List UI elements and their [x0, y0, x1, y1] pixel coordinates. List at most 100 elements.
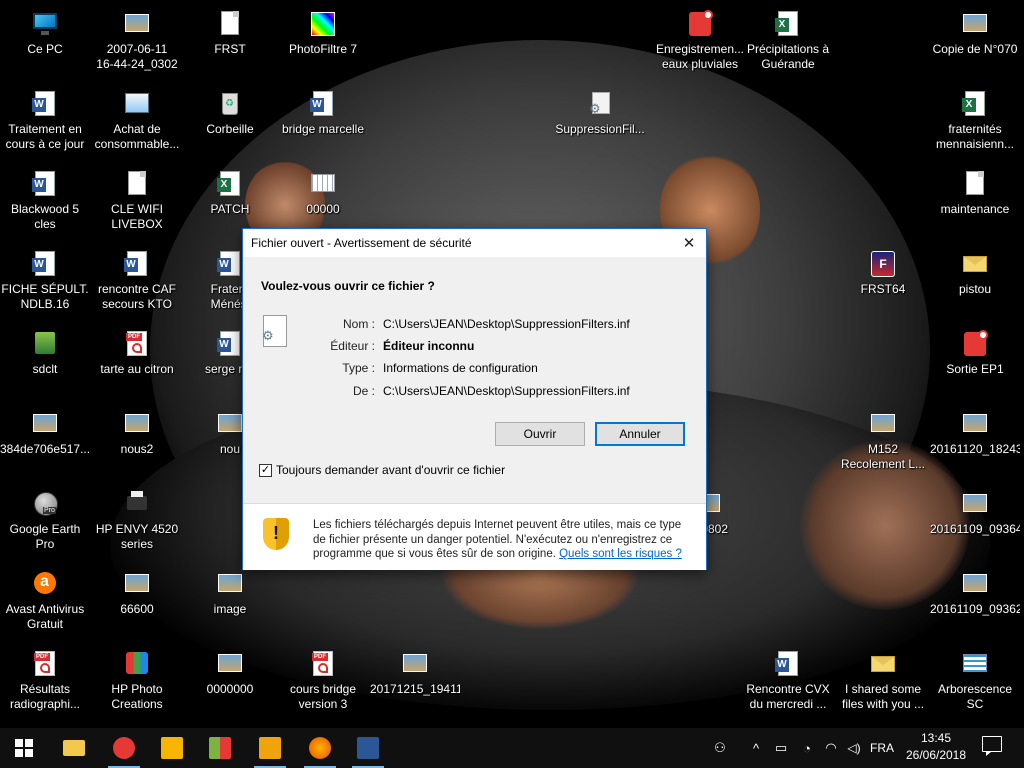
desktop-icon[interactable]: rencontre CAF secours KTO: [92, 244, 182, 320]
volume-icon[interactable]: ◁): [842, 728, 866, 768]
desktop-icon[interactable]: FICHE SÉPULT. NDLB.16: [0, 244, 90, 320]
desktop-icon[interactable]: Précipitations à Guérande: [743, 4, 833, 80]
word-icon: [357, 737, 379, 759]
desktop-icon[interactable]: FRST64: [838, 244, 928, 320]
chart-icon: [161, 737, 183, 759]
pdf-icon: [31, 650, 59, 678]
desktop-icon-label: Achat de consommable...: [94, 122, 180, 151]
desktop-icon[interactable]: FRST: [185, 4, 275, 80]
desktop-icon[interactable]: sdclt: [0, 324, 90, 400]
desktop-icon[interactable]: I shared some files with you ...: [838, 644, 928, 720]
desktop-icon[interactable]: nous2: [92, 404, 182, 480]
desktop-icon-label: Enregistremen... eaux pluviales: [655, 42, 745, 71]
excel-icon: [961, 90, 989, 118]
desktop-icon[interactable]: Blackwood 5 cles: [0, 164, 90, 240]
info-value: Éditeur inconnu: [383, 339, 475, 353]
notification-icon[interactable]: [982, 736, 1002, 756]
desktop-icon[interactable]: 66600: [92, 564, 182, 640]
desktop-icon[interactable]: CLE WIFI LIVEBOX: [92, 164, 182, 240]
desktop-icon[interactable]: M152 Recolement L...: [838, 404, 928, 480]
desktop-icon[interactable]: Sortie EP1: [930, 324, 1020, 400]
dialog-title: Fichier ouvert - Avertissement de sécuri…: [251, 236, 472, 250]
taskbar-app-red[interactable]: [100, 728, 148, 768]
desktop-icon-label: image: [213, 602, 247, 616]
desktop-icon-label: Sortie EP1: [946, 362, 1004, 376]
open-button[interactable]: Ouvrir: [495, 422, 585, 446]
desktop-icon[interactable]: HP Photo Creations: [92, 644, 182, 720]
desktop-icon[interactable]: Achat de consommable...: [92, 84, 182, 160]
word-icon: [31, 90, 59, 118]
desktop-icon[interactable]: Rencontre CVX du mercredi ...: [743, 644, 833, 720]
desktop-icon[interactable]: Arborescence SC dans le Cloud: [930, 644, 1020, 720]
file-explorer-button[interactable]: [50, 728, 98, 768]
desktop-icon[interactable]: maintenance: [930, 164, 1020, 240]
desktop-icon-label: FRST: [214, 42, 246, 56]
word-icon: [309, 90, 337, 118]
desktop-icon[interactable]: 20161120_182435: [930, 404, 1020, 480]
desktop-icon[interactable]: PhotoFiltre 7: [278, 4, 368, 80]
desktop-icon[interactable]: Copie de N°070: [930, 4, 1020, 80]
info-row-from: De : C:\Users\JEAN\Desktop\SuppressionFi…: [303, 384, 630, 398]
desktop-icon[interactable]: 0000000: [185, 644, 275, 720]
wifi-icon[interactable]: ◠: [820, 728, 842, 768]
desktop-icon[interactable]: SuppressionFil...: [555, 84, 645, 160]
info-row-type: Type : Informations de configuration: [303, 361, 537, 375]
desktop-icon-label: Ce PC: [27, 42, 63, 56]
desktop-icon[interactable]: pistou: [930, 244, 1020, 320]
desktop-icon-label: 00000: [306, 202, 340, 216]
desktop-icon[interactable]: Google Earth Pro: [0, 484, 90, 560]
desktop-icon-label: 2007-06-11 16-44-24_0302: [96, 42, 178, 71]
photo-icon: [961, 490, 989, 518]
taskbar-firefox[interactable]: [296, 728, 344, 768]
people-icon[interactable]: ⚇: [708, 728, 732, 768]
clock[interactable]: 13:45 26/06/2018: [900, 730, 972, 766]
cancel-button[interactable]: Annuler: [595, 422, 685, 446]
desktop-icon[interactable]: bridge marcelle: [278, 84, 368, 160]
taskbar-app-chart[interactable]: [148, 728, 196, 768]
desktop-icon[interactable]: Ce PC: [0, 4, 90, 80]
checkbox-label: Toujours demander avant d'ouvrir ce fich…: [276, 463, 506, 477]
taskbar-app-tiles[interactable]: [196, 728, 244, 768]
desktop-icon[interactable]: 20171215_194114: [370, 644, 460, 720]
desktop-icon[interactable]: 20161109_093628: [930, 564, 1020, 640]
risks-link[interactable]: Quels sont les risques ?: [559, 548, 682, 560]
desktop-icon[interactable]: Traitement en cours à ce jour: [0, 84, 90, 160]
desktop-icon[interactable]: 2007-06-11 16-44-24_0302: [92, 4, 182, 80]
photo-icon: [31, 410, 59, 438]
taskbar-word[interactable]: [344, 728, 392, 768]
taskbar-outlook[interactable]: [246, 728, 294, 768]
start-button[interactable]: [0, 728, 48, 768]
desktop-icon-label: fraternités mennaisienn...: [935, 122, 1015, 151]
dialog-titlebar[interactable]: Fichier ouvert - Avertissement de sécuri…: [243, 229, 706, 257]
network-icon[interactable]: ◔: [796, 728, 818, 768]
battery-icon[interactable]: ▭: [770, 728, 792, 768]
info-row-name: Nom : C:\Users\JEAN\Desktop\SuppressionF…: [303, 317, 630, 331]
desktop-icon[interactable]: 20161109_093641: [930, 484, 1020, 560]
desktop-icon[interactable]: image: [185, 564, 275, 640]
clock-date: 26/06/2018: [905, 748, 967, 762]
shield-warning-icon: !: [263, 518, 289, 550]
desktop-icon[interactable]: Avast Antivirus Gratuit: [0, 564, 90, 640]
word-icon: [123, 250, 151, 278]
desktop-icon[interactable]: HP ENVY 4520 series: [92, 484, 182, 560]
desktop-icon[interactable]: tarte au citron: [92, 324, 182, 400]
language-indicator[interactable]: FRA: [866, 728, 898, 768]
desktop-icon[interactable]: cours bridge version 3: [278, 644, 368, 720]
taskbar: ⚇ ^ ▭ ◔ ◠ ◁) FRA 13:45 26/06/2018: [0, 728, 1024, 768]
photo-icon: [123, 570, 151, 598]
desktop-icon[interactable]: 384de706e517...: [0, 404, 90, 480]
desktop-icon[interactable]: Enregistremen... eaux pluviales: [655, 4, 745, 80]
always-ask-checkbox[interactable]: ✓: [259, 463, 272, 477]
chevron-up-icon[interactable]: ^: [746, 728, 766, 768]
document-icon: [123, 170, 151, 198]
info-key: De :: [352, 384, 375, 398]
desktop-icon[interactable]: Corbeille: [185, 84, 275, 160]
desktop-icon[interactable]: fraternités mennaisienn...: [930, 84, 1020, 160]
printer-icon: [123, 490, 151, 518]
desktop-icon-label: 20171215_194114: [370, 682, 460, 696]
photo-icon: [961, 10, 989, 38]
desktop-icon-label: M152 Recolement L...: [840, 442, 926, 471]
desktop-icon[interactable]: Résultats radiographi...: [0, 644, 90, 720]
close-icon[interactable]: ✕: [672, 229, 706, 257]
desktop-icon-label: Avast Antivirus Gratuit: [5, 602, 85, 631]
